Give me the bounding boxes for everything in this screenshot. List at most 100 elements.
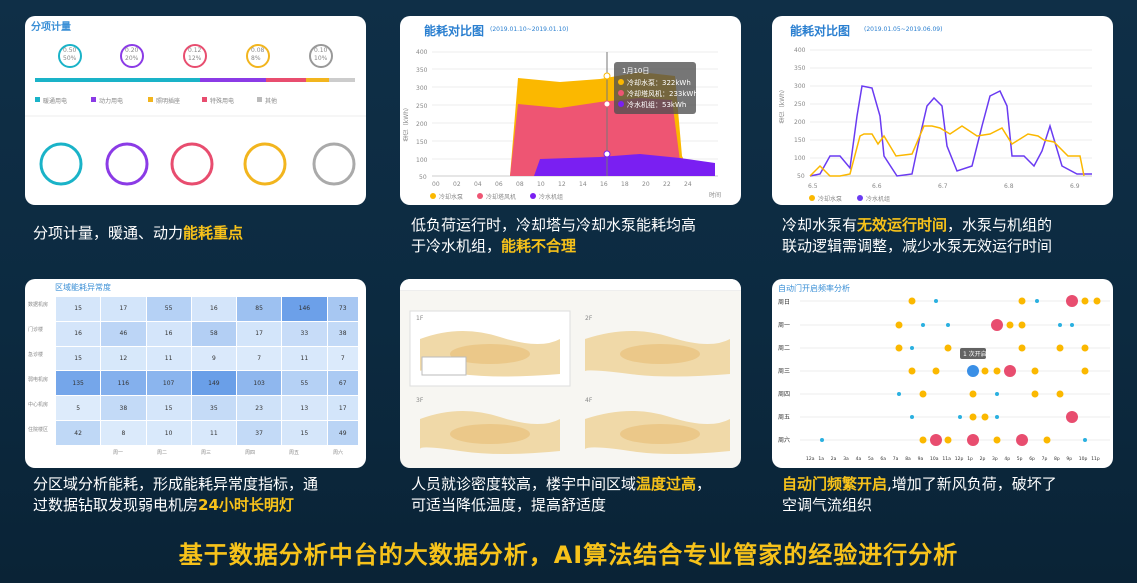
caption-2-line1: 低负荷运行时，冷却塔与冷却水泵能耗均高 xyxy=(411,216,697,234)
ring-pct-3: 12% xyxy=(188,55,202,62)
panel-area-anomaly: 区域能耗异常度 15 17 55 16 85 146 73 16 46 16 58 17 33 38 15 1… xyxy=(25,279,366,468)
heatmap-cell[interactable]: 17 xyxy=(326,395,359,422)
caption-2: 低负荷运行时，冷却塔与冷却水泵能耗均高 于冷水机组，能耗不合理 xyxy=(411,215,696,257)
heatmap-col-label: 周四 xyxy=(245,450,256,456)
svg-text:6.5: 6.5 xyxy=(808,183,818,190)
svg-text:300: 300 xyxy=(416,85,428,92)
heatmap-cell[interactable]: 67 xyxy=(326,370,359,397)
heatmap-cell[interactable]: 15 xyxy=(145,395,192,422)
caption-4: 分区域分析能耗，形成能耗异常度指标，通 过数据钻取发现弱电机房24小时长明灯 xyxy=(33,474,318,516)
svg-text:06: 06 xyxy=(495,181,503,188)
heatmap-row: 5 38 15 35 23 13 17 xyxy=(54,395,359,422)
heatmap-cell[interactable]: 135 xyxy=(54,370,102,397)
heatmap-cell[interactable]: 7 xyxy=(326,345,359,372)
heatmap-cell[interactable]: 33 xyxy=(281,320,328,347)
legend-chiller: 冷水机组 xyxy=(539,194,564,201)
caption-1: 分项计量，暖通、动力能耗重点 xyxy=(33,223,243,244)
caption-5-line2: 可适当降低温度，提高舒适度 xyxy=(411,496,607,514)
heatmap-cell[interactable]: 16 xyxy=(145,320,192,347)
svg-text:200: 200 xyxy=(794,119,806,126)
panel-title: 区域能耗异常度 xyxy=(55,283,111,292)
ring-pct-5: 10% xyxy=(314,55,328,62)
heatmap-cell[interactable]: 8 xyxy=(100,420,147,446)
heatmap-cell[interactable]: 38 xyxy=(100,395,147,422)
heatmap-cell[interactable]: 116 xyxy=(100,370,147,397)
svg-text:200: 200 xyxy=(416,121,428,128)
tooltip-row-fan: 冷却塔风机：233kWh xyxy=(627,90,698,98)
heatmap-cell[interactable]: 103 xyxy=(235,370,283,397)
ring-label-3: 0.12 xyxy=(188,47,202,54)
heatmap-row-label: 数据机房 xyxy=(28,302,49,308)
heatmap-cell[interactable]: 85 xyxy=(235,296,283,322)
svg-text:00: 00 xyxy=(432,181,440,188)
progress-seg-other xyxy=(329,78,355,82)
legend-pump: 冷却水泵 xyxy=(818,196,843,203)
energy-line-chart: 400 350 300 250 200 150 100 50 6.5 6.6 6.7 6.8 6… xyxy=(794,47,1092,201)
svg-text:50: 50 xyxy=(419,174,427,181)
ring-label-5: 0.10 xyxy=(314,47,328,54)
heatmap-cell[interactable]: 42 xyxy=(54,420,102,446)
heatmap-cell[interactable]: 46 xyxy=(100,320,147,347)
legend-other: 其他 xyxy=(265,98,278,105)
heatmap-cell[interactable]: 37 xyxy=(235,420,283,446)
heatmap-cell[interactable]: 73 xyxy=(326,296,359,322)
tooltip-title: 1月10日 xyxy=(622,67,650,75)
heatmap-cell[interactable]: 16 xyxy=(190,296,238,322)
legend-fan: 冷却塔风机 xyxy=(486,194,517,201)
tooltip-row-pump: 冷却水泵：322kWh xyxy=(627,79,691,87)
heatmap-cell[interactable]: 11 xyxy=(190,420,238,446)
svg-text:18: 18 xyxy=(621,181,629,188)
heatmap-row-label: 急诊楼 xyxy=(28,352,44,358)
heatmap-cell[interactable]: 11 xyxy=(145,345,192,372)
floor-label-3f: 3F xyxy=(416,397,424,404)
svg-text:150: 150 xyxy=(416,139,428,146)
heatmap-cell[interactable]: 15 xyxy=(281,420,328,446)
heatmap-cell[interactable]: 7 xyxy=(235,345,283,372)
legend-pump: 冷却水泵 xyxy=(439,194,464,201)
heatmap-cell[interactable]: 11 xyxy=(281,345,328,372)
panel-floor-heatmap: 1F 2F 3F 4F xyxy=(400,279,741,468)
svg-text:350: 350 xyxy=(794,65,806,72)
heatmap-cell[interactable]: 38 xyxy=(326,320,359,347)
heatmap-cell[interactable]: 23 xyxy=(235,395,283,422)
heatmap-cell[interactable]: 10 xyxy=(145,420,192,446)
svg-text:100: 100 xyxy=(416,157,428,164)
caption-5-pre: 人员就诊密度较高，楼宇中间区域 xyxy=(411,475,637,493)
heatmap-cell[interactable]: 15 xyxy=(54,296,102,322)
heatmap-cell[interactable]: 5 xyxy=(54,395,102,422)
svg-text:6.9: 6.9 xyxy=(1070,183,1080,190)
heatmap-cell[interactable]: 146 xyxy=(281,296,328,322)
heatmap-cell[interactable]: 16 xyxy=(54,320,102,347)
heatmap-cell[interactable]: 49 xyxy=(326,420,359,446)
floor-plan-3f xyxy=(420,410,560,454)
footer-slogan: 基于数据分析中台的大数据分析，AI算法结合专业管家的经验进行分析 xyxy=(178,541,959,569)
svg-text:300: 300 xyxy=(794,83,806,90)
floor-plans xyxy=(409,310,730,454)
heatmap-row-label: 住院楼区 xyxy=(28,427,49,433)
heatmap-cell[interactable]: 107 xyxy=(145,370,192,397)
svg-text:16: 16 xyxy=(600,181,608,188)
heatmap-cell[interactable]: 149 xyxy=(190,370,238,397)
heatmap-cell[interactable]: 17 xyxy=(235,320,283,347)
heatmap-col-label: 周三 xyxy=(201,450,212,456)
svg-text:08: 08 xyxy=(516,181,524,188)
heatmap-cell[interactable]: 12 xyxy=(100,345,147,372)
heatmap-cell[interactable]: 58 xyxy=(190,320,238,347)
svg-text:250: 250 xyxy=(416,103,428,110)
heatmap-cell[interactable]: 15 xyxy=(54,345,102,372)
heatmap-cell[interactable]: 13 xyxy=(281,395,328,422)
heatmap-row: 15 12 11 9 7 11 7 xyxy=(54,345,359,372)
heatmap-cell[interactable]: 55 xyxy=(281,370,328,397)
heatmap-cell[interactable]: 55 xyxy=(145,296,192,322)
caption-5-post: ， xyxy=(696,475,712,493)
energy-area-chart: 400350300 250200150 10050 00 02 04 06 08 10 … xyxy=(416,49,718,199)
heatmap-cell[interactable]: 9 xyxy=(190,345,238,372)
panel-item-metering: 分项计量 0.50 50% 0.20 20% 0.12 12% 0.08 8% … xyxy=(25,16,366,205)
caption-6-line2: 空调气流组织 xyxy=(782,496,873,514)
heatmap-cell[interactable]: 35 xyxy=(190,395,238,422)
y-axis-label: 单位（kWh） xyxy=(403,104,410,142)
panel-door-frequency: 自动门开启频率分析 周日 周一 周二 周三 周四 周五 周六 12a 1a 2a 3a 4a 5a 6a… xyxy=(772,279,1113,468)
door-bubble-chart xyxy=(800,295,1110,446)
heatmap-cell[interactable]: 17 xyxy=(100,296,147,322)
caption-6: 自动门频繁开启,增加了新风负荷，破坏了 空调气流组织 xyxy=(782,474,1057,516)
